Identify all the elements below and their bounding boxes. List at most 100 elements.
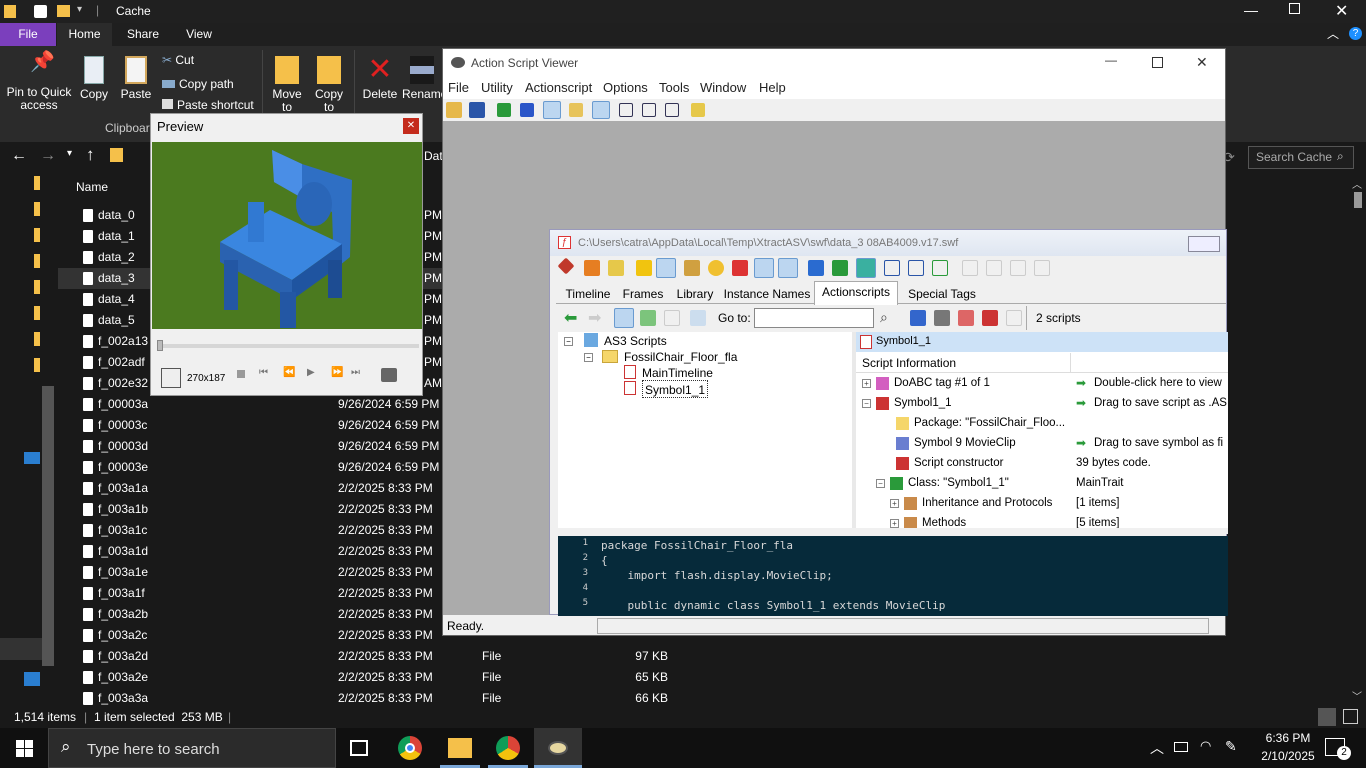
rename-button[interactable]: Rename [402, 56, 447, 101]
network-icon[interactable] [24, 672, 40, 686]
last-frame-icon[interactable]: ⏭ [351, 367, 360, 378]
scroll-thumb[interactable] [1354, 192, 1362, 208]
export-icon[interactable] [908, 260, 924, 276]
expand-icon[interactable]: − [862, 399, 871, 408]
expand-icon[interactable]: − [876, 479, 885, 488]
export-all-icon[interactable] [932, 260, 948, 276]
help-icon[interactable]: ? [1349, 27, 1362, 40]
settings-wrench-icon[interactable] [381, 368, 397, 382]
menu-actionscript[interactable]: Actionscript [525, 77, 592, 99]
swf-info-icon[interactable] [557, 257, 575, 275]
swap-icon[interactable] [569, 103, 583, 117]
expand-icon[interactable]: + [890, 519, 899, 528]
paste-button[interactable]: Paste [118, 56, 154, 101]
info-row[interactable]: Symbol 9 MovieClip ➡ Drag to save symbol a… [856, 434, 1228, 454]
asv-taskbar-button[interactable] [534, 728, 582, 768]
tab-view[interactable]: View [172, 23, 226, 46]
battery-icon[interactable] [1174, 742, 1188, 752]
gold-icon[interactable] [708, 260, 724, 276]
recent-locations-icon[interactable]: ▾ [67, 148, 72, 159]
view-3d-icon[interactable] [614, 308, 634, 328]
p-icon[interactable] [832, 260, 848, 276]
asv-close-icon[interactable]: ✕ [1196, 54, 1208, 71]
open-icon[interactable] [446, 102, 462, 118]
copy-to-button[interactable]: Copy to [312, 56, 346, 114]
info-row[interactable]: − Class: "Symbol1_1" MainTrait [856, 474, 1228, 494]
tab-frames[interactable]: Frames [618, 284, 668, 304]
pen-icon[interactable]: ✎ [1225, 738, 1237, 755]
first-frame-icon[interactable]: ⏮ [259, 367, 268, 378]
restore-icon[interactable] [1289, 3, 1300, 14]
show-hidden-icons-icon[interactable]: ︿ [1150, 738, 1164, 758]
save-icon[interactable] [469, 102, 485, 118]
close-icon[interactable]: ✕ [1335, 1, 1348, 21]
menu-help[interactable]: Help [759, 77, 786, 99]
quick-access-dropdown-icon[interactable]: ▾ [77, 4, 82, 15]
nav-folder-icon[interactable] [34, 202, 40, 216]
find-icon[interactable] [690, 310, 706, 326]
asv-maximize-icon[interactable] [1152, 57, 1163, 68]
info-row[interactable]: Script constructor 39 bytes code. [856, 454, 1228, 474]
file-row[interactable]: f_003a2d 2/2/2025 8:33 PM File 97 KB [58, 646, 698, 667]
tree-item-symbol1-1[interactable]: Symbol1_1 [642, 380, 709, 398]
nav-folder-icon[interactable] [34, 280, 40, 294]
code-view[interactable]: 1 package FossilChair_Floor_fla 2 {3 import… [558, 536, 1228, 616]
help-cursor-icon[interactable] [691, 103, 705, 117]
properties-icon[interactable] [34, 5, 47, 18]
nav-scrollbar[interactable] [42, 386, 54, 666]
details-view-icon[interactable] [1318, 708, 1336, 726]
clock-date[interactable]: 2/10/2025 [1255, 749, 1321, 763]
expand-icon[interactable]: + [890, 499, 899, 508]
this-pc-icon[interactable] [24, 452, 40, 464]
tab-share[interactable]: Share [116, 23, 170, 46]
remove-icon[interactable] [732, 260, 748, 276]
nav-folder-icon[interactable] [34, 176, 40, 190]
edit-icon[interactable] [608, 260, 624, 276]
chrome-profile-icon[interactable] [496, 736, 520, 760]
goto-search-icon[interactable]: ⌕ [880, 309, 888, 326]
back-icon[interactable]: ← [11, 147, 27, 165]
file-explorer-taskbar-icon[interactable] [448, 738, 472, 758]
tab-actionscripts[interactable]: Actionscripts [814, 281, 898, 305]
chrome-icon[interactable] [398, 736, 422, 760]
tile-horizontal-icon[interactable] [642, 103, 656, 117]
file-list-scrollbar[interactable]: ︿ ﹀ [1350, 176, 1366, 706]
paste-shortcut-button[interactable]: Paste shortcut [162, 99, 254, 112]
actions-toggle-icon[interactable] [656, 258, 676, 278]
grid-icon[interactable] [584, 260, 600, 276]
move-to-button[interactable]: Move to [270, 56, 304, 114]
large-icons-view-icon[interactable] [1343, 709, 1358, 724]
cut-button[interactable]: ✂ Cut [162, 54, 194, 67]
pin-quick-access-button[interactable]: 📌 Pin to Quick access [5, 52, 73, 112]
tile-vertical-icon[interactable] [665, 103, 679, 117]
fit-size-button[interactable] [161, 368, 181, 388]
tab-instance-names[interactable]: Instance Names [722, 284, 812, 304]
library-icon[interactable] [684, 260, 700, 276]
flash-blue-icon[interactable] [520, 103, 534, 117]
preview-close-button[interactable]: ✕ [403, 118, 419, 134]
scroll-up-icon[interactable]: ︿ [1352, 176, 1362, 191]
close-doc-icon[interactable] [592, 101, 610, 119]
info-row[interactable]: + DoABC tag #1 of 1 ➡ Double-click here to … [856, 374, 1228, 394]
nav-folder-icon[interactable] [34, 254, 40, 268]
taskbar-search-box[interactable]: ⌕ Type here to search [48, 728, 336, 768]
info-row[interactable]: − Symbol1_1 ➡ Drag to save script as .AS [856, 394, 1228, 414]
delete-button[interactable]: ✕ Delete [360, 55, 400, 101]
tab-file[interactable]: File [0, 23, 56, 46]
edit-toggle-icon[interactable] [543, 101, 561, 119]
search-box[interactable]: Search Cache ⌕ [1248, 146, 1354, 169]
tab-special-tags[interactable]: Special Tags [900, 284, 984, 304]
script-icon-3[interactable] [958, 310, 974, 326]
expand-icon[interactable]: + [862, 379, 871, 388]
slider-thumb[interactable] [157, 340, 163, 351]
new-folder-icon[interactable] [57, 5, 70, 17]
nav-folder-icon[interactable] [34, 332, 40, 346]
collapse-ribbon-icon[interactable]: ︿ [1327, 25, 1339, 42]
forward-icon[interactable]: → [40, 147, 56, 165]
nav-selected-item[interactable] [0, 638, 42, 660]
collapse-icon[interactable]: − [564, 337, 573, 346]
tab-library[interactable]: Library [670, 284, 720, 304]
import-icon[interactable] [808, 260, 824, 276]
nav-folder-icon[interactable] [34, 306, 40, 320]
view-green-cube-icon[interactable] [640, 310, 656, 326]
